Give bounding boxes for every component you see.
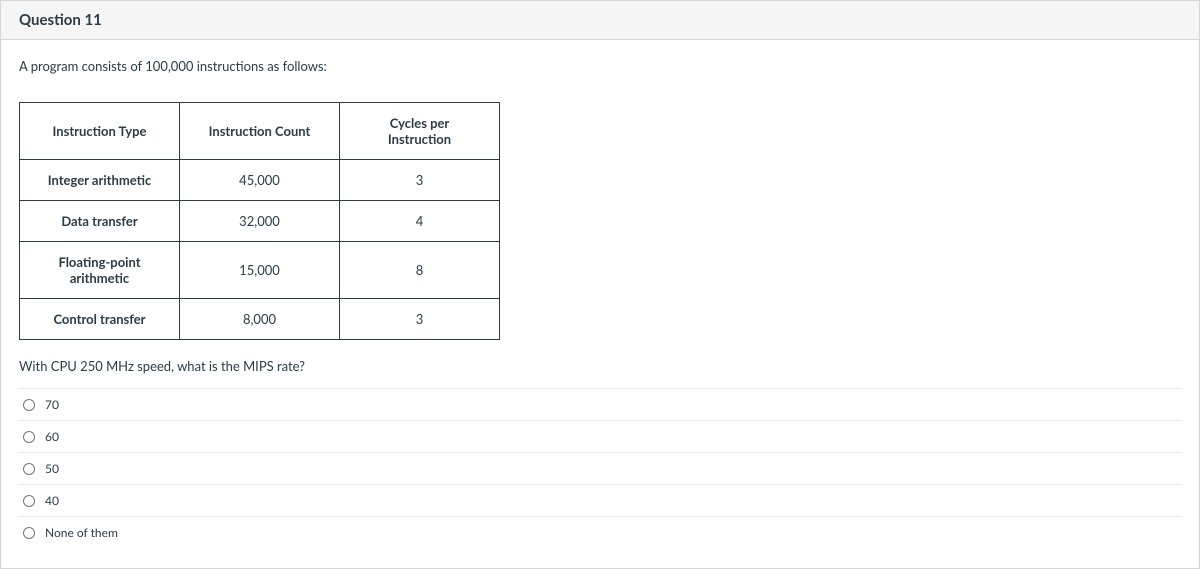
instruction-table: Instruction Type Instruction Count Cycle… (19, 102, 500, 340)
table-header-cell: Cycles per Instruction (340, 103, 500, 160)
options-list: 70 60 50 40 None of them (19, 388, 1181, 548)
table-cell: 15,000 (180, 242, 340, 299)
table-header-row: Instruction Type Instruction Count Cycle… (20, 103, 500, 160)
option-radio[interactable] (23, 431, 35, 443)
table-cell: 8,000 (180, 299, 340, 340)
option-radio[interactable] (23, 495, 35, 507)
follow-text: With CPU 250 MHz speed, what is the MIPS… (19, 358, 1181, 374)
table-row: Control transfer 8,000 3 (20, 299, 500, 340)
table-header-cell: Instruction Count (180, 103, 340, 160)
question-body: A program consists of 100,000 instructio… (1, 40, 1199, 568)
option-radio[interactable] (23, 527, 35, 539)
option-radio[interactable] (23, 463, 35, 475)
option-row[interactable]: 70 (19, 389, 1181, 421)
option-label: 60 (45, 429, 59, 444)
table-cell: Integer arithmetic (20, 160, 180, 201)
option-row[interactable]: 40 (19, 485, 1181, 517)
option-row[interactable]: 50 (19, 453, 1181, 485)
question-header: Question 11 (1, 1, 1199, 40)
table-cell: Data transfer (20, 201, 180, 242)
question-container: Question 11 A program consists of 100,00… (0, 0, 1200, 569)
table-row: Data transfer 32,000 4 (20, 201, 500, 242)
intro-text: A program consists of 100,000 instructio… (19, 58, 1181, 74)
table-cell: 8 (340, 242, 500, 299)
table-cell: 32,000 (180, 201, 340, 242)
table-cell: 4 (340, 201, 500, 242)
table-cell: 3 (340, 160, 500, 201)
option-radio[interactable] (23, 399, 35, 411)
table-cell: Floating-point arithmetic (20, 242, 180, 299)
table-row: Floating-point arithmetic 15,000 8 (20, 242, 500, 299)
table-header-cell: Instruction Type (20, 103, 180, 160)
option-label: 50 (45, 461, 59, 476)
option-label: None of them (45, 525, 118, 540)
option-row[interactable]: 60 (19, 421, 1181, 453)
option-label: 70 (45, 397, 59, 412)
table-cell: 45,000 (180, 160, 340, 201)
option-row[interactable]: None of them (19, 517, 1181, 548)
question-title: Question 11 (19, 11, 1181, 29)
table-cell: Control transfer (20, 299, 180, 340)
table-cell: 3 (340, 299, 500, 340)
table-row: Integer arithmetic 45,000 3 (20, 160, 500, 201)
